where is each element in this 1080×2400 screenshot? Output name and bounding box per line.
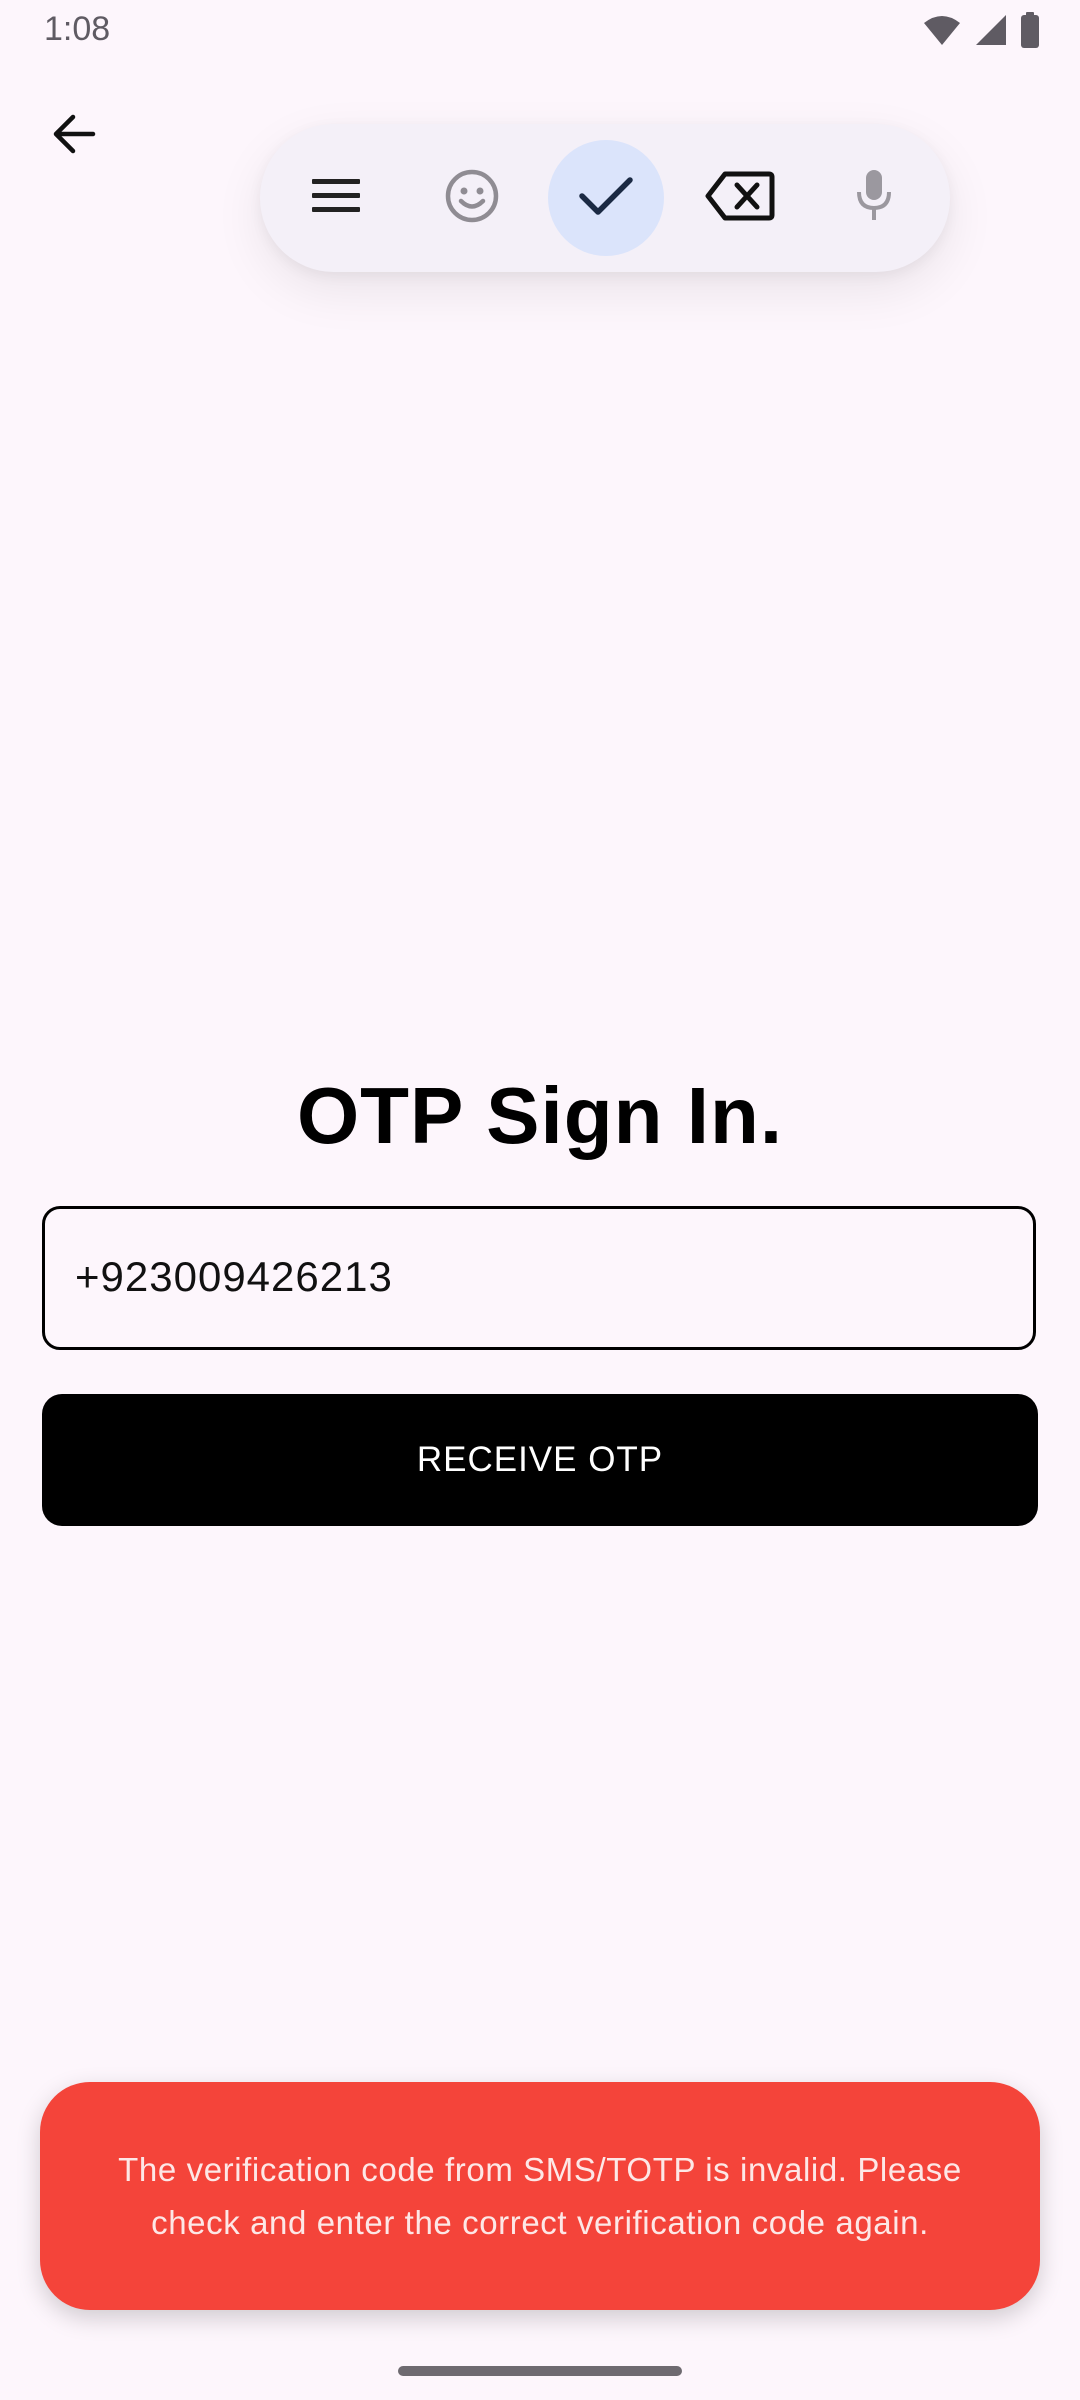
check-icon xyxy=(578,174,634,223)
error-message: The verification code from SMS/TOTP is i… xyxy=(118,2151,962,2241)
backspace-icon xyxy=(705,170,775,227)
keyboard-backspace-button[interactable] xyxy=(682,140,798,256)
signal-icon xyxy=(974,13,1008,52)
phone-number-value: +923009426213 xyxy=(75,1253,393,1300)
microphone-icon xyxy=(854,168,894,229)
keyboard-voice-button[interactable] xyxy=(816,140,932,256)
keyboard-toolbar xyxy=(260,124,950,272)
gesture-nav-handle[interactable] xyxy=(398,2366,682,2376)
status-bar: 1:08 xyxy=(0,0,1080,62)
keyboard-done-button[interactable] xyxy=(548,140,664,256)
arrow-back-icon xyxy=(49,109,99,164)
battery-icon xyxy=(1020,12,1040,53)
menu-icon xyxy=(310,176,362,221)
keyboard-emoji-button[interactable] xyxy=(414,140,530,256)
error-toast: The verification code from SMS/TOTP is i… xyxy=(40,2082,1040,2310)
status-icons xyxy=(922,12,1040,53)
emoji-icon xyxy=(444,168,500,229)
back-button[interactable] xyxy=(42,104,106,168)
keyboard-menu-button[interactable] xyxy=(278,140,394,256)
status-time: 1:08 xyxy=(44,10,111,48)
wifi-icon xyxy=(922,13,962,52)
receive-otp-button[interactable]: RECEIVE OTP xyxy=(42,1394,1038,1526)
phone-number-input[interactable]: +923009426213 xyxy=(42,1206,1036,1350)
otp-sign-in-screen: 1:08 OTP Sign In. +923009426213 RECEIVE … xyxy=(0,0,1080,2400)
page-title: OTP Sign In. xyxy=(296,1071,784,1160)
